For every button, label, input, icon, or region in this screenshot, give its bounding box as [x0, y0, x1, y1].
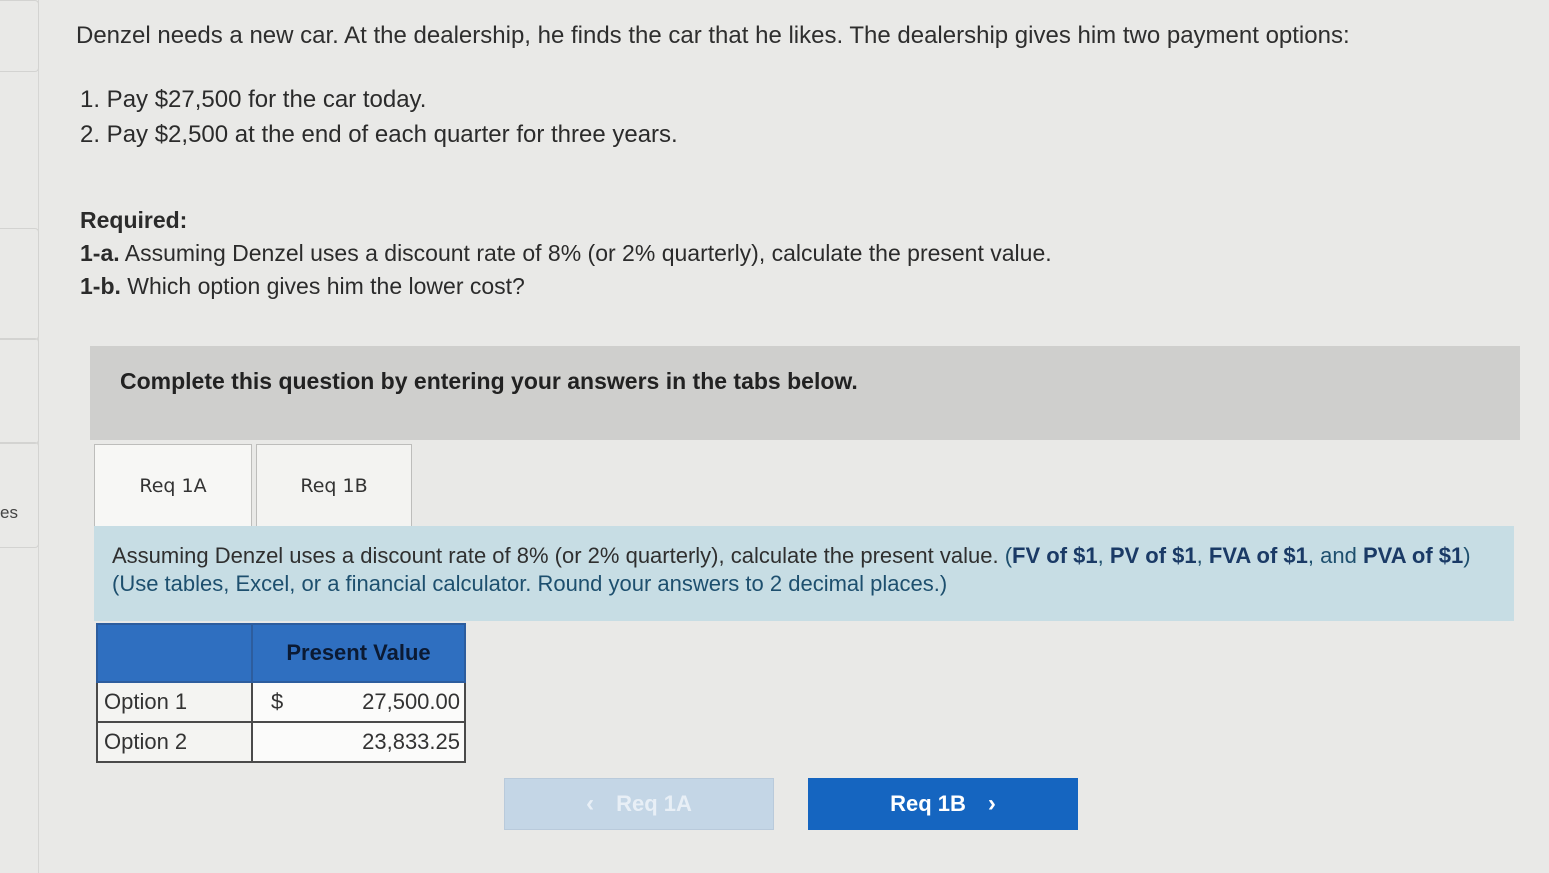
link-fva-table[interactable]: FVA of $1 [1209, 543, 1308, 568]
currency-symbol: $ [271, 689, 284, 714]
tab-req-1a-label: Req 1A [139, 474, 207, 497]
tab-req-1a[interactable]: Req 1A [94, 444, 252, 526]
question-panel: Assuming Denzel uses a discount rate of … [94, 526, 1514, 621]
requirement-1b-code: 1-b. [80, 273, 121, 299]
left-sidebar [0, 0, 39, 873]
link-pva-table[interactable]: PVA of $1 [1363, 543, 1463, 568]
link-fv-table[interactable]: FV of $1 [1012, 543, 1098, 568]
sidebar-tab[interactable] [0, 442, 39, 548]
required-heading: Required: [80, 207, 188, 233]
panel-instruction: Assuming Denzel uses a discount rate of … [112, 543, 999, 568]
panel-hint-rounding: (Use tables, Excel, or a financial calcu… [112, 571, 948, 596]
tab-req-1b-label: Req 1B [300, 474, 368, 497]
next-button-label: Req 1B [890, 791, 966, 816]
prev-button-label: Req 1A [616, 791, 692, 816]
panel-hint-references: (FV of $1, PV of $1, FVA of $1, and PVA … [1004, 543, 1471, 568]
table-row: Option 2 23,833.25 [96, 721, 466, 763]
option-2-value-input[interactable]: 23,833.25 [251, 721, 466, 763]
next-req-1b-button[interactable]: Req 1B › [808, 778, 1078, 830]
chevron-right-icon: › [987, 790, 996, 817]
question-intro: Denzel needs a new car. At the dealershi… [76, 22, 1350, 49]
option-1-value: 27,500.00 [362, 689, 460, 714]
requirement-1b: 1-b. Which option gives him the lower co… [80, 270, 1052, 303]
payment-option-1: 1. Pay $27,500 for the car today. [80, 86, 427, 113]
chevron-left-icon: ‹ [586, 790, 595, 817]
requirement-1a-code: 1-a. [80, 240, 120, 266]
payment-options-list: 1. Pay $27,500 for the car today. 2. Pay… [80, 82, 678, 152]
requirement-1a-text: Assuming Denzel uses a discount rate of … [124, 240, 1052, 266]
link-pv-table[interactable]: PV of $1 [1110, 543, 1197, 568]
option-1-value-input[interactable]: $ 27,500.00 [251, 681, 466, 723]
sidebar-tab[interactable] [0, 0, 39, 72]
tab-req-1b[interactable]: Req 1B [256, 444, 412, 526]
table-row: Option 1 $ 27,500.00 [96, 681, 466, 723]
requirements-block: Required: 1-a. Assuming Denzel uses a di… [80, 204, 1052, 303]
table-header-row: Present Value [96, 623, 466, 683]
option-2-value: 23,833.25 [362, 729, 460, 754]
instructions-banner: Complete this question by entering your … [90, 346, 1520, 440]
requirement-1a: 1-a. Assuming Denzel uses a discount rat… [80, 237, 1052, 270]
row-label-option-1: Option 1 [96, 681, 253, 723]
sidebar-partial-label: es [0, 503, 18, 522]
row-label-option-2: Option 2 [96, 721, 253, 763]
sidebar-tab[interactable] [0, 228, 39, 340]
banner-text: Complete this question by entering your … [120, 368, 858, 394]
table-header-present-value: Present Value [251, 623, 466, 683]
prev-req-1a-button[interactable]: ‹ Req 1A [504, 778, 774, 830]
requirement-1b-text: Which option gives him the lower cost? [127, 273, 525, 299]
table-header-blank [96, 623, 253, 683]
payment-option-2: 2. Pay $2,500 at the end of each quarter… [80, 121, 678, 148]
present-value-table: Present Value Option 1 $ 27,500.00 Optio… [96, 623, 466, 763]
sidebar-tab[interactable] [0, 338, 39, 444]
